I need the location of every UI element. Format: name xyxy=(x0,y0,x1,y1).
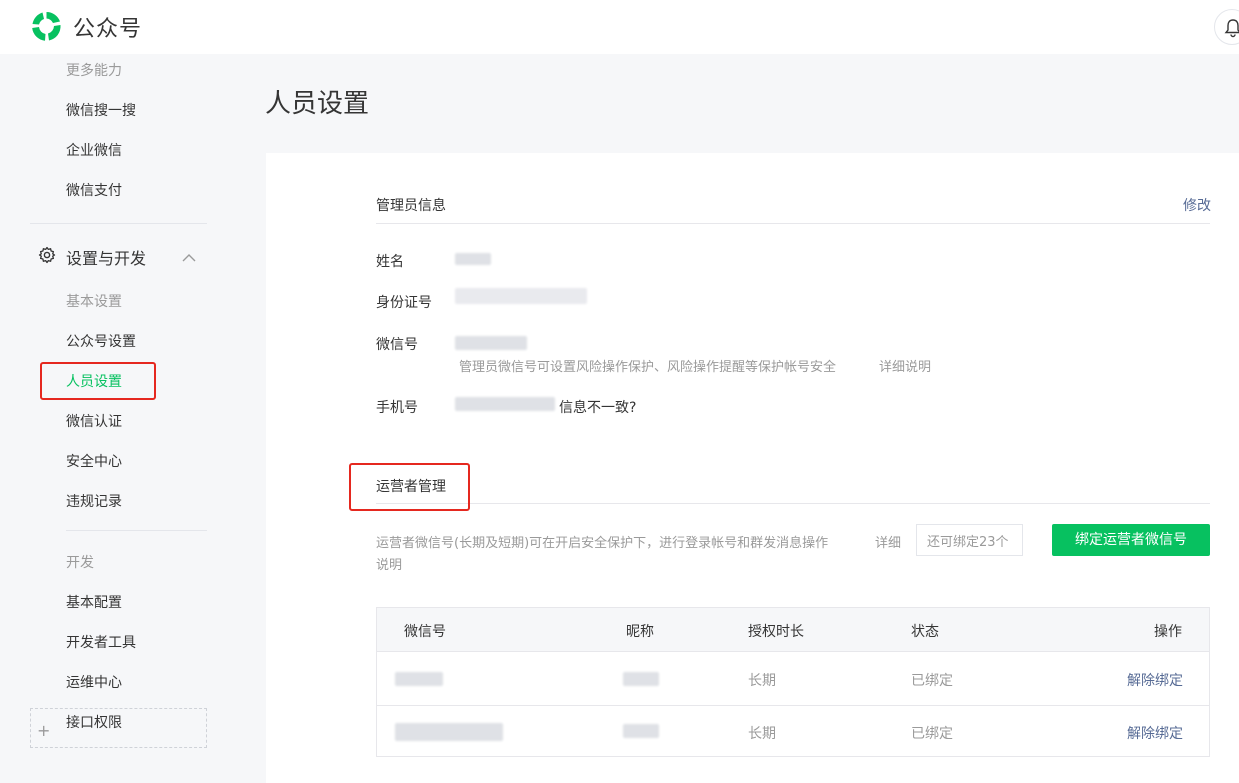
remaining-quota-badge: 还可绑定23个 xyxy=(916,524,1023,556)
sidebar-item-wechat-pay[interactable]: 微信支付 xyxy=(66,180,122,200)
sidebar-item-violation-records[interactable]: 违规记录 xyxy=(66,491,122,511)
brand-title: 公众号 xyxy=(73,17,143,42)
plus-icon: + xyxy=(37,721,51,740)
sidebar-item-security-center[interactable]: 安全中心 xyxy=(66,451,122,471)
gear-icon xyxy=(38,246,56,268)
column-header-duration: 授权时长 xyxy=(748,624,804,640)
sidebar-item-account-settings[interactable]: 公众号设置 xyxy=(66,331,136,351)
sidebar-group-label: 设置与开发 xyxy=(66,249,147,268)
wechat-id-detail-link[interactable]: 详细说明 xyxy=(879,356,931,375)
sidebar-item-developer-tools[interactable]: 开发者工具 xyxy=(66,632,136,652)
row-nickname-redacted xyxy=(623,672,659,686)
unbind-link[interactable]: 解除绑定 xyxy=(1127,670,1183,690)
chevron-up-icon[interactable] xyxy=(182,250,196,266)
highlight-box-staff-settings xyxy=(40,362,156,400)
row-nickname-redacted xyxy=(623,724,659,738)
table-row: 长期 已绑定 解除绑定 xyxy=(377,652,1209,705)
sidebar-category-more: 更多能力 xyxy=(66,63,122,79)
sidebar: 更多能力 微信搜一搜 企业微信 微信支付 设置与开发 基本设置 公众号设置 人员… xyxy=(0,54,236,783)
page-title: 人员设置 xyxy=(265,89,370,119)
phone-mismatch-link[interactable]: 信息不一致? xyxy=(559,397,636,417)
sidebar-item-wechat-search[interactable]: 微信搜一搜 xyxy=(66,100,136,120)
row-wechat-id-redacted xyxy=(395,672,443,686)
wechat-official-account-logo[interactable] xyxy=(29,9,64,44)
row-status: 已绑定 xyxy=(911,673,953,689)
row-duration: 长期 xyxy=(748,726,776,742)
operators-section-divider xyxy=(376,503,1210,504)
column-header-action: 操作 xyxy=(1154,624,1182,640)
sidebar-divider xyxy=(30,223,207,224)
sidebar-item-ops-center[interactable]: 运维中心 xyxy=(66,672,122,692)
admin-section-divider xyxy=(376,223,1210,224)
bind-operator-button[interactable]: 绑定运营者微信号 xyxy=(1052,524,1210,556)
phone-value-redacted xyxy=(455,397,555,411)
operators-detail-link-cont[interactable]: 说明 xyxy=(376,554,402,573)
bell-icon[interactable] xyxy=(1214,9,1239,45)
sidebar-item-wecom[interactable]: 企业微信 xyxy=(66,140,122,160)
operators-detail-link[interactable]: 详细 xyxy=(875,532,901,551)
operators-description: 运营者微信号(长期及短期)可在开启安全保护下，进行登录帐号和群发消息操作 xyxy=(376,536,829,551)
column-header-nickname: 昵称 xyxy=(626,624,654,640)
id-number-value-redacted xyxy=(455,288,587,304)
row-status: 已绑定 xyxy=(911,726,953,742)
phone-label: 手机号 xyxy=(376,400,418,416)
highlight-box-operators xyxy=(349,463,470,511)
name-label: 姓名 xyxy=(376,254,404,270)
sidebar-category-dev: 开发 xyxy=(66,555,94,571)
sidebar-divider xyxy=(66,530,207,531)
top-bar: 公众号 xyxy=(0,0,1239,54)
wechat-id-value-redacted xyxy=(455,336,527,350)
wechat-id-label: 微信号 xyxy=(376,337,418,353)
row-duration: 长期 xyxy=(748,673,776,689)
operators-table: 微信号 昵称 授权时长 状态 操作 长期 已绑定 解除绑定 长期 已绑定 解除绑… xyxy=(376,607,1210,757)
column-header-status: 状态 xyxy=(911,624,939,640)
wechat-id-hint: 管理员微信号可设置风险操作保护、风险操作提醒等保护帐号安全 xyxy=(459,360,837,375)
name-value-redacted xyxy=(455,253,491,265)
sidebar-item-verification[interactable]: 微信认证 xyxy=(66,411,122,431)
table-header: 微信号 昵称 授权时长 状态 操作 xyxy=(377,608,1209,652)
admin-section-title: 管理员信息 xyxy=(376,198,446,214)
unbind-link[interactable]: 解除绑定 xyxy=(1127,723,1183,743)
sidebar-category-basic-settings: 基本设置 xyxy=(66,294,122,310)
add-function-plugin-box[interactable]: + xyxy=(30,708,207,748)
admin-edit-link[interactable]: 修改 xyxy=(1183,195,1211,215)
sidebar-item-basic-config[interactable]: 基本配置 xyxy=(66,592,122,612)
table-row: 长期 已绑定 解除绑定 xyxy=(377,705,1209,758)
sidebar-group-settings-dev[interactable]: 设置与开发 xyxy=(38,245,208,268)
row-wechat-id-redacted xyxy=(395,723,503,741)
id-number-label: 身份证号 xyxy=(376,295,432,311)
column-header-wechat-id: 微信号 xyxy=(404,624,446,640)
